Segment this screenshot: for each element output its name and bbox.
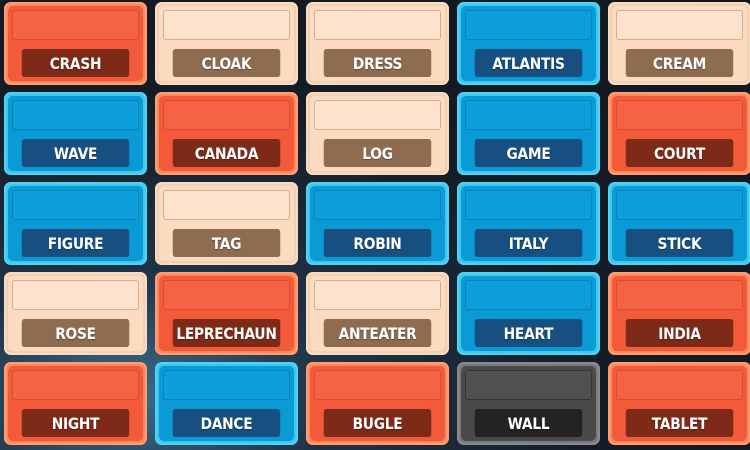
card-face: FIGURE	[8, 186, 143, 261]
card-face: ROBIN	[310, 186, 445, 261]
word-card-dress[interactable]: DRESS	[306, 2, 449, 85]
word-card-night[interactable]: NIGHT	[4, 362, 147, 445]
card-face: HEART	[461, 276, 596, 351]
card-word-label: DRESS	[323, 49, 432, 77]
card-word-label: BUGLE	[323, 409, 432, 437]
card-word-label: TABLET	[625, 409, 734, 437]
card-word-label: WALL	[474, 409, 583, 437]
card-face: LEPRECHAUN	[159, 276, 294, 351]
card-word-label: NIGHT	[21, 409, 130, 437]
card-word-label: TAG	[172, 229, 281, 257]
word-card-cloak[interactable]: CLOAK	[155, 2, 298, 85]
card-face: DANCE	[159, 366, 294, 441]
word-card-tag[interactable]: TAG	[155, 182, 298, 265]
word-card-stick[interactable]: STICK	[608, 182, 750, 265]
card-word-label: ANTEATER	[323, 319, 432, 347]
card-word-label: GAME	[474, 139, 583, 167]
word-card-leprechaun[interactable]: LEPRECHAUN	[155, 272, 298, 355]
word-card-canada[interactable]: CANADA	[155, 92, 298, 175]
card-face: WAVE	[8, 96, 143, 171]
card-word-label: ROSE	[21, 319, 130, 347]
card-face: NIGHT	[8, 366, 143, 441]
card-word-label: CREAM	[625, 49, 734, 77]
word-card-dance[interactable]: DANCE	[155, 362, 298, 445]
word-card-atlantis[interactable]: ATLANTIS	[457, 2, 600, 85]
card-face: CRASH	[8, 6, 143, 81]
word-card-anteater[interactable]: ANTEATER	[306, 272, 449, 355]
word-card-india[interactable]: INDIA	[608, 272, 750, 355]
card-face: CREAM	[612, 6, 747, 81]
card-face: TABLET	[612, 366, 747, 441]
word-card-heart[interactable]: HEART	[457, 272, 600, 355]
card-word-label: ATLANTIS	[474, 49, 583, 77]
card-face: BUGLE	[310, 366, 445, 441]
card-word-label: ITALY	[474, 229, 583, 257]
card-word-label: CANADA	[172, 139, 281, 167]
card-face: COURT	[612, 96, 747, 171]
word-card-tablet[interactable]: TABLET	[608, 362, 750, 445]
card-face: ROSE	[8, 276, 143, 351]
card-word-label: DANCE	[172, 409, 281, 437]
card-face: ANTEATER	[310, 276, 445, 351]
card-word-label: CLOAK	[172, 49, 281, 77]
card-face: ITALY	[461, 186, 596, 261]
card-face: CLOAK	[159, 6, 294, 81]
codenames-board: CRASH CLOAK DRESS ATLANTIS CREAM WAVE CANADA LO…	[0, 0, 750, 450]
card-face: ATLANTIS	[461, 6, 596, 81]
card-word-label: ROBIN	[323, 229, 432, 257]
card-word-label: CRASH	[21, 49, 130, 77]
card-word-label: HEART	[474, 319, 583, 347]
word-card-court[interactable]: COURT	[608, 92, 750, 175]
word-card-rose[interactable]: ROSE	[4, 272, 147, 355]
card-word-label: INDIA	[625, 319, 734, 347]
card-face: DRESS	[310, 6, 445, 81]
card-word-label: STICK	[625, 229, 734, 257]
card-face: TAG	[159, 186, 294, 261]
card-face: CANADA	[159, 96, 294, 171]
card-word-label: LEPRECHAUN	[172, 319, 281, 347]
word-card-game[interactable]: GAME	[457, 92, 600, 175]
word-card-crash[interactable]: CRASH	[4, 2, 147, 85]
word-card-wall[interactable]: WALL	[457, 362, 600, 445]
card-word-label: LOG	[323, 139, 432, 167]
card-face: STICK	[612, 186, 747, 261]
word-card-robin[interactable]: ROBIN	[306, 182, 449, 265]
word-card-wave[interactable]: WAVE	[4, 92, 147, 175]
word-card-italy[interactable]: ITALY	[457, 182, 600, 265]
card-face: LOG	[310, 96, 445, 171]
card-word-label: COURT	[625, 139, 734, 167]
card-face: INDIA	[612, 276, 747, 351]
card-word-label: FIGURE	[21, 229, 130, 257]
card-face: WALL	[461, 366, 596, 441]
word-card-cream[interactable]: CREAM	[608, 2, 750, 85]
word-card-figure[interactable]: FIGURE	[4, 182, 147, 265]
word-card-bugle[interactable]: BUGLE	[306, 362, 449, 445]
word-card-log[interactable]: LOG	[306, 92, 449, 175]
card-word-label: WAVE	[21, 139, 130, 167]
card-face: GAME	[461, 96, 596, 171]
